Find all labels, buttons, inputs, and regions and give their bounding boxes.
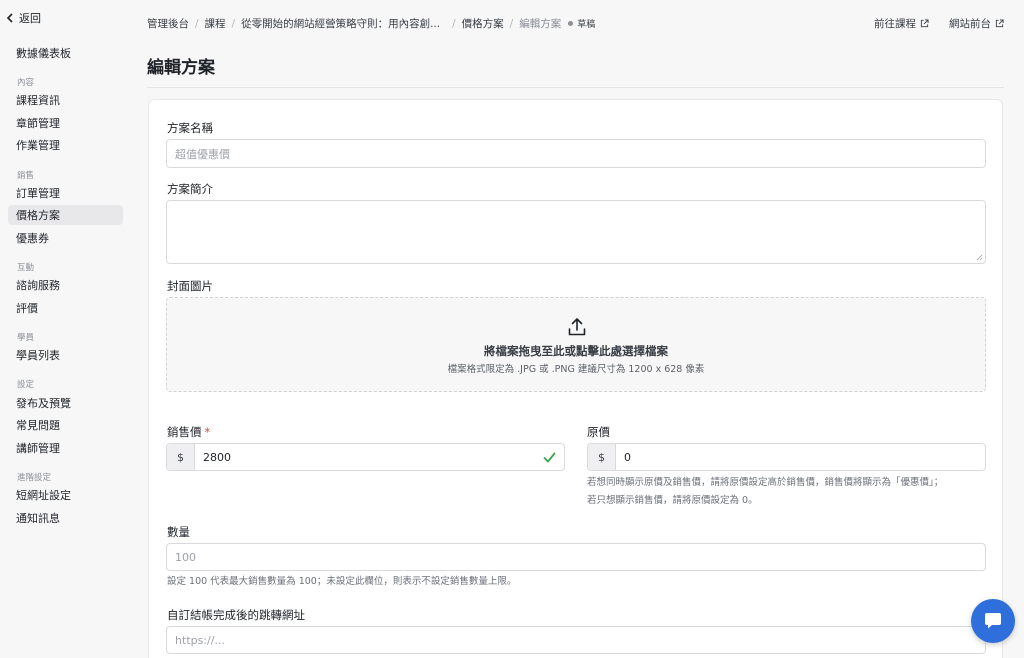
- sidebar-item-consulting[interactable]: 諮詢服務: [8, 275, 123, 295]
- status-badge: 草稿: [577, 20, 596, 30]
- breadcrumb-separator: /: [452, 17, 456, 30]
- breadcrumb-separator: /: [509, 17, 514, 30]
- go-to-course-link[interactable]: 前往課程: [874, 16, 929, 31]
- sidebar-item-publish-preview[interactable]: 發布及預覽: [8, 393, 123, 413]
- breadcrumb-current: 編輯方案: [519, 18, 562, 30]
- divider: [147, 87, 1004, 88]
- quantity-label: 數量: [167, 525, 190, 539]
- sidebar-group-advanced: 進階設定: [17, 473, 52, 483]
- main-content: 管理後台 / 課程 / 從零開始的網站經營策略守則：用內容創... / 價格方案…: [132, 0, 1024, 658]
- chat-bubble-icon: [985, 613, 1001, 629]
- external-link-icon: [995, 19, 1004, 28]
- sale-price-input[interactable]: $ 2800: [166, 443, 565, 471]
- back-button[interactable]: 返回: [6, 10, 41, 26]
- status-dot: [568, 21, 574, 26]
- redirect-url-input[interactable]: https://...: [166, 626, 986, 654]
- page-title: 編輯方案: [147, 58, 215, 78]
- cover-image-label: 封面圖片: [167, 279, 213, 293]
- website-frontend-link[interactable]: 網站前台: [949, 16, 1004, 31]
- check-icon: [543, 452, 556, 463]
- go-to-course-label: 前往課程: [874, 18, 916, 30]
- original-price-label: 原價: [587, 425, 610, 439]
- sidebar-item-orders[interactable]: 訂單管理: [8, 183, 123, 203]
- cover-image-dropzone[interactable]: 將檔案拖曳至此或點擊此處選擇檔案 檔案格式限定為 .JPG 或 .PNG 建議尺…: [166, 297, 986, 392]
- sidebar-item-course-info[interactable]: 課程資訊: [8, 90, 123, 110]
- dropzone-instruction: 將檔案拖曳至此或點擊此處選擇檔案: [484, 344, 668, 358]
- required-marker: *: [204, 425, 211, 439]
- quantity-placeholder: 100: [175, 550, 196, 564]
- original-price-input[interactable]: $ 0: [587, 443, 986, 471]
- plan-name-placeholder: 超值優惠價: [175, 147, 230, 161]
- chevron-left-icon: [6, 13, 13, 23]
- sidebar-item-notifications[interactable]: 通知訊息: [8, 508, 123, 528]
- sidebar-item-dashboard[interactable]: 數據儀表板: [8, 43, 123, 63]
- breadcrumb-separator: /: [195, 17, 199, 30]
- sidebar-group-interaction: 互動: [17, 263, 35, 273]
- sidebar-item-chapters[interactable]: 章節管理: [8, 113, 123, 133]
- sidebar-group-content: 內容: [17, 78, 35, 88]
- upload-icon: [568, 318, 586, 336]
- breadcrumb-admin[interactable]: 管理後台: [147, 16, 189, 31]
- plan-intro-textarea[interactable]: [166, 200, 986, 264]
- resize-handle-icon[interactable]: [976, 254, 983, 261]
- plan-name-label: 方案名稱: [167, 121, 213, 135]
- sidebar-item-faq[interactable]: 常見問題: [8, 415, 123, 435]
- top-links: 前往課程 網站前台: [874, 16, 1004, 31]
- sidebar-item-instructors[interactable]: 講師管理: [8, 438, 123, 458]
- plan-name-input[interactable]: 超值優惠價: [166, 139, 986, 168]
- dropzone-format-hint: 檔案格式限定為 .JPG 或 .PNG 建議尺寸為 1200 x 628 像素: [447, 364, 705, 375]
- plan-form-card: 方案名稱 超值優惠價 方案簡介 封面圖片 將檔案拖曳至此或點擊此處選擇檔案 檔案…: [148, 99, 1003, 658]
- sidebar-item-short-url[interactable]: 短網址設定: [8, 485, 123, 505]
- breadcrumb-course-name[interactable]: 從零開始的網站經營策略守則：用內容創...: [241, 16, 440, 31]
- sale-price-value: 2800: [203, 450, 231, 464]
- sale-price-label: 銷售價 *: [167, 424, 210, 440]
- quantity-input[interactable]: 100: [166, 543, 986, 571]
- sidebar-item-coupons[interactable]: 優惠券: [8, 228, 123, 248]
- external-link-icon: [920, 19, 929, 28]
- chat-widget-button[interactable]: [971, 599, 1015, 643]
- plan-intro-label: 方案簡介: [167, 182, 213, 196]
- sidebar-group-students: 學員: [17, 333, 35, 343]
- original-price-hint-line-1: 若想同時顯示原價及銷售價，請將原價設定高於銷售價，銷售價將顯示為「優惠價」；: [587, 477, 944, 488]
- sidebar-group-settings: 設定: [17, 380, 35, 390]
- breadcrumb-pricing-plans[interactable]: 價格方案: [462, 16, 504, 31]
- breadcrumb: 管理後台 / 課程 / 從零開始的網站經營策略守則：用內容創... / 價格方案…: [147, 16, 595, 31]
- sidebar: 返回 數據儀表板 內容 課程資訊 章節管理 作業管理 銷售 訂單管理 價格方案 …: [0, 0, 132, 658]
- redirect-url-label: 自訂結帳完成後的跳轉網址: [167, 608, 305, 622]
- original-price-hint-line-2: 若只想顯示銷售價，請將原價設定為 0。: [587, 495, 758, 506]
- sidebar-item-pricing-plans[interactable]: 價格方案: [8, 205, 123, 225]
- redirect-url-placeholder: https://...: [175, 633, 225, 647]
- breadcrumb-separator: /: [231, 17, 236, 30]
- breadcrumb-courses[interactable]: 課程: [205, 16, 226, 31]
- sidebar-item-reviews[interactable]: 評價: [8, 298, 123, 318]
- back-label: 返回: [19, 12, 41, 25]
- sale-price-label-text: 銷售價: [167, 425, 202, 439]
- currency-prefix: $: [167, 444, 195, 470]
- website-frontend-label: 網站前台: [949, 18, 991, 30]
- sidebar-group-sales: 銷售: [17, 171, 35, 181]
- quantity-hint: 設定 100 代表最大銷售數量為 100；未設定此欄位，則表示不設定銷售數量上限…: [167, 576, 517, 587]
- currency-prefix: $: [588, 444, 616, 470]
- sidebar-item-student-list[interactable]: 學員列表: [8, 345, 123, 365]
- original-price-value: 0: [624, 450, 631, 464]
- sidebar-item-assignments[interactable]: 作業管理: [8, 135, 123, 155]
